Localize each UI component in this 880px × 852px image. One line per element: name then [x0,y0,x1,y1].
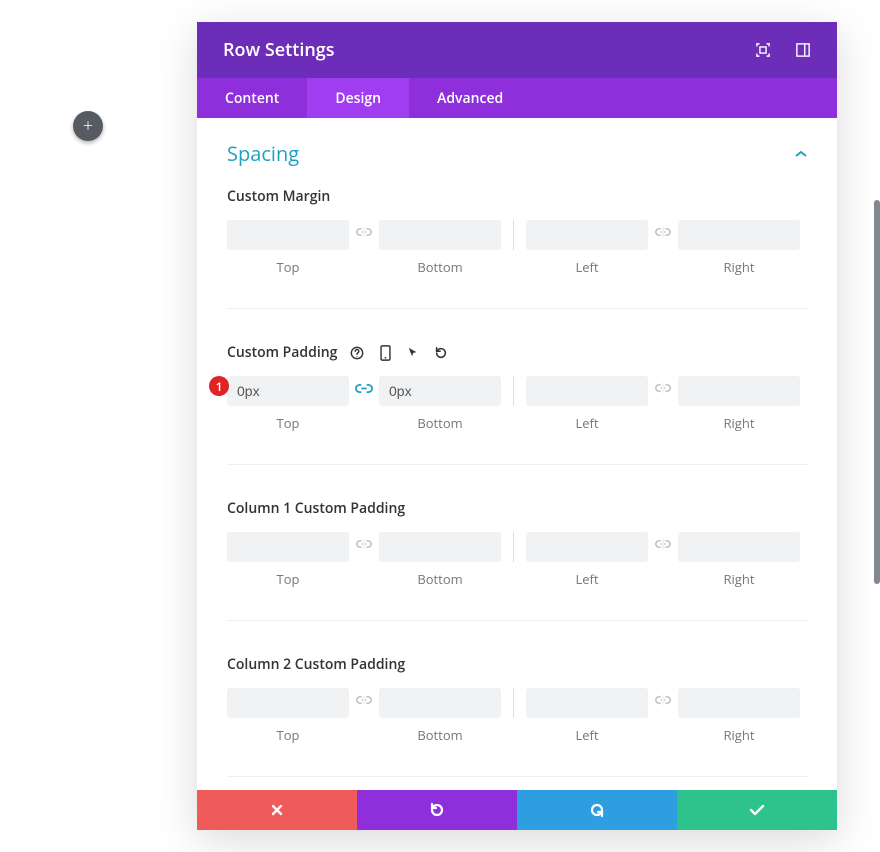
plus-icon: + [83,114,93,138]
label-bottom: Bottom [379,258,501,276]
link-tb-icon[interactable] [355,695,373,705]
group-col2-padding: Column 2 Custom Padding Top Bottom Left … [227,655,807,777]
margin-left-input[interactable] [526,220,648,250]
padding-right-input[interactable] [678,376,800,406]
link-lr-icon[interactable] [654,227,672,237]
settings-panel: Row Settings Content Design Advanced Spa… [197,22,837,830]
section-header[interactable]: Spacing [227,140,807,167]
redo-icon [589,802,605,818]
label-right: Right [678,258,800,276]
panel-footer [197,790,837,830]
tab-design[interactable]: Design [307,78,409,118]
col2-inputs: Top Bottom Left Right [227,688,807,744]
callout-badge-1: 1 [209,376,229,396]
label-right: Right [678,414,800,432]
group-label-col2: Column 2 Custom Padding [227,655,807,674]
separator [513,688,514,718]
label-top: Top [227,414,349,432]
col1-inputs: Top Bottom Left Right [227,532,807,588]
label-text: Custom Padding [227,343,337,362]
group-label-custom-margin: Custom Margin [227,187,807,206]
redo-button[interactable] [517,790,677,830]
separator [513,532,514,562]
margin-right-input[interactable] [678,220,800,250]
link-tb-icon[interactable] [355,539,373,549]
padding-top-input[interactable] [227,376,349,406]
header-actions [755,42,811,58]
group-col1-padding: Column 1 Custom Padding Top Bottom Left … [227,499,807,621]
label-top: Top [227,258,349,276]
phone-icon[interactable] [377,345,393,361]
col1-left-input[interactable] [526,532,648,562]
label-right: Right [678,570,800,588]
padding-left-input[interactable] [526,376,648,406]
link-tb-icon[interactable] [355,383,373,394]
cancel-button[interactable] [197,790,357,830]
save-button[interactable] [677,790,837,830]
link-tb-icon[interactable] [355,227,373,237]
panel-title: Row Settings [223,38,335,62]
label-bottom: Bottom [379,414,501,432]
expand-icon[interactable] [755,42,771,58]
col1-top-input[interactable] [227,532,349,562]
tabs: Content Design Advanced [197,78,837,118]
scrollbar[interactable] [874,200,880,584]
link-lr-icon[interactable] [654,695,672,705]
col1-bottom-input[interactable] [379,532,501,562]
chevron-up-icon [795,150,807,158]
undo-button[interactable] [357,790,517,830]
label-left: Left [526,414,648,432]
panel-content: Spacing Custom Margin Top Bottom Left Ri… [197,118,837,790]
tab-content[interactable]: Content [197,78,307,118]
reset-icon[interactable] [433,346,449,360]
tab-advanced[interactable]: Advanced [409,78,531,118]
col2-bottom-input[interactable] [379,688,501,718]
label-bottom: Bottom [379,570,501,588]
padding-bottom-input[interactable] [379,376,501,406]
snap-icon[interactable] [795,42,811,58]
link-lr-icon[interactable] [654,539,672,549]
label-left: Left [526,570,648,588]
add-section-button[interactable]: + [73,111,103,141]
group-custom-padding: Custom Padding 1 Top Bottom Left [227,343,807,465]
margin-top-input[interactable] [227,220,349,250]
close-icon [270,803,284,817]
separator [513,220,514,250]
group-custom-margin: Custom Margin Top Bottom Left Right [227,187,807,309]
label-left: Left [526,258,648,276]
section-title: Spacing [227,140,299,167]
label-right: Right [678,726,800,744]
label-top: Top [227,726,349,744]
help-icon[interactable] [349,346,365,360]
check-icon [749,804,765,816]
label-left: Left [526,726,648,744]
col2-top-input[interactable] [227,688,349,718]
label-top: Top [227,570,349,588]
col1-right-input[interactable] [678,532,800,562]
hover-icon[interactable] [405,346,421,360]
margin-inputs: Top Bottom Left Right [227,220,807,276]
margin-bottom-input[interactable] [379,220,501,250]
link-lr-icon[interactable] [654,383,672,393]
padding-inputs: 1 Top Bottom Left Right [227,376,807,432]
separator [513,376,514,406]
col2-right-input[interactable] [678,688,800,718]
group-label-col1: Column 1 Custom Padding [227,499,807,518]
group-label-custom-padding: Custom Padding [227,343,807,362]
col2-left-input[interactable] [526,688,648,718]
label-bottom: Bottom [379,726,501,744]
panel-header: Row Settings [197,22,837,78]
undo-icon [429,802,445,818]
